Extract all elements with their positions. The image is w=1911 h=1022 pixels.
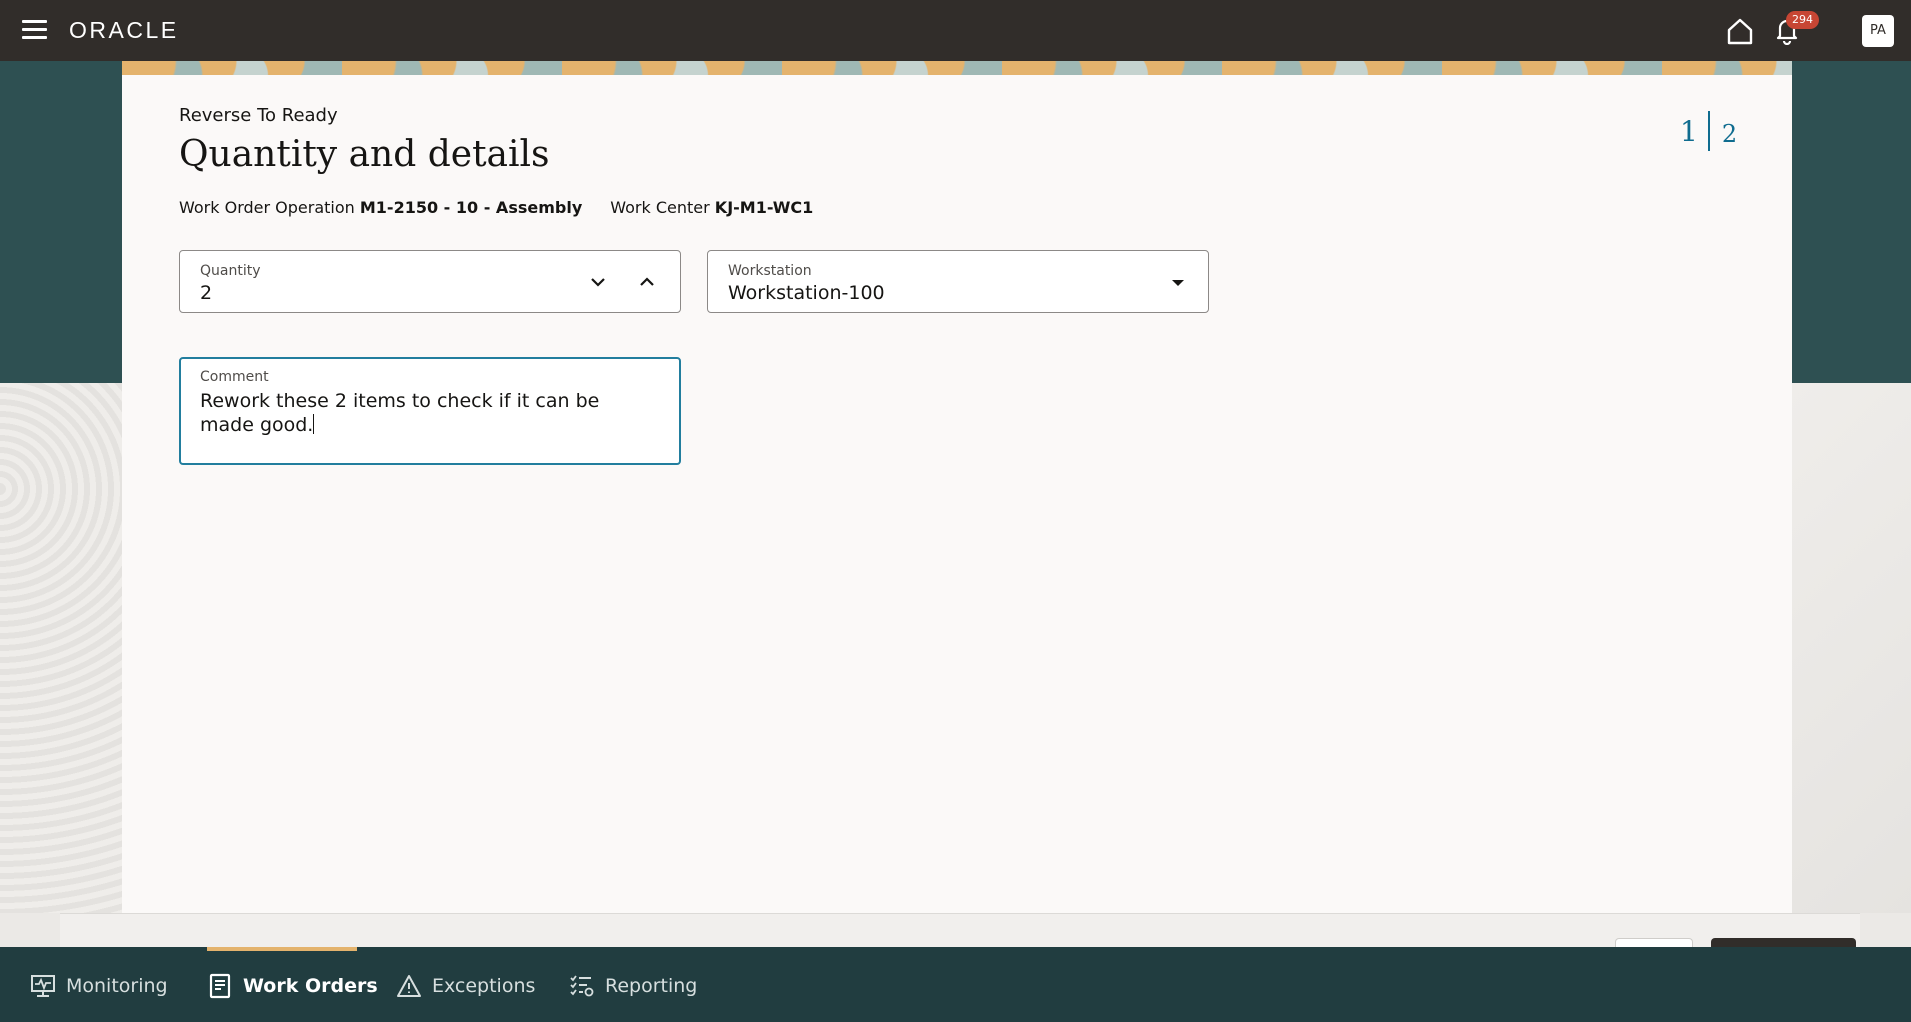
nav-label-monitoring: Monitoring xyxy=(66,975,168,997)
work-center-value: KJ-M1-WC1 xyxy=(714,198,814,217)
reporting-checklist-icon xyxy=(570,975,594,997)
work-center: Work Center KJ-M1-WC1 xyxy=(610,198,813,217)
workstation-select[interactable]: Workstation Workstation-100 xyxy=(707,250,1209,313)
chevron-up-icon[interactable] xyxy=(634,269,660,295)
user-avatar[interactable]: PA xyxy=(1862,15,1894,47)
notification-badge: 294 xyxy=(1786,11,1819,29)
nav-label-work-orders: Work Orders xyxy=(243,975,378,997)
comment-textarea[interactable]: Comment Rework these 2 items to check if… xyxy=(179,357,681,465)
background-pattern-right xyxy=(1792,383,1911,913)
current-step: 1 xyxy=(1680,114,1698,148)
workstation-label: Workstation xyxy=(728,263,812,279)
banner-pattern xyxy=(122,61,1792,75)
home-icon[interactable] xyxy=(1725,16,1755,46)
hamburger-menu-icon[interactable] xyxy=(22,20,47,40)
chevron-down-icon[interactable] xyxy=(585,269,611,295)
work-orders-icon xyxy=(209,973,231,999)
work-order-info: Work Order Operation M1-2150 - 10 - Asse… xyxy=(179,198,813,217)
warning-triangle-icon xyxy=(397,975,421,997)
total-steps: 2 xyxy=(1721,120,1738,148)
work-order-operation-label: Work Order Operation xyxy=(179,198,355,217)
quantity-label: Quantity xyxy=(200,263,261,279)
footer-strip xyxy=(60,913,1860,948)
work-order-operation: Work Order Operation M1-2150 - 10 - Asse… xyxy=(179,198,582,217)
page-title: Quantity and details xyxy=(179,134,550,175)
step-indicator: 1 2 xyxy=(1680,111,1737,151)
comment-text-wrapper[interactable]: Rework these 2 items to check if it can … xyxy=(200,389,640,437)
background-pattern xyxy=(0,383,122,913)
workstation-value: Workstation-100 xyxy=(728,282,885,304)
comment-label: Comment xyxy=(200,369,269,385)
text-cursor xyxy=(313,414,315,434)
caret-down-icon[interactable] xyxy=(1168,273,1188,293)
nav-label-exceptions: Exceptions xyxy=(432,975,536,997)
comment-value: Rework these 2 items to check if it can … xyxy=(200,390,600,436)
top-header: ORACLE 294 PA xyxy=(0,0,1911,61)
quantity-stepper[interactable]: Quantity 2 xyxy=(179,250,681,313)
nav-item-exceptions[interactable]: Exceptions xyxy=(396,966,535,1006)
work-center-label: Work Center xyxy=(610,198,710,217)
work-order-operation-value: M1-2150 - 10 - Assembly xyxy=(359,198,583,217)
page-subtitle: Reverse To Ready xyxy=(179,105,338,126)
main-card: Reverse To Ready Quantity and details 1 … xyxy=(122,75,1792,913)
oracle-logo: ORACLE xyxy=(69,17,179,43)
nav-item-reporting[interactable]: Reporting xyxy=(569,966,697,1006)
step-divider xyxy=(1707,111,1710,151)
nav-item-monitoring[interactable]: Monitoring xyxy=(30,966,168,1006)
active-tab-indicator xyxy=(207,947,357,951)
nav-item-work-orders[interactable]: Work Orders xyxy=(207,966,378,1006)
monitoring-icon xyxy=(31,975,55,997)
quantity-value[interactable]: 2 xyxy=(200,282,212,304)
nav-label-reporting: Reporting xyxy=(605,975,698,997)
